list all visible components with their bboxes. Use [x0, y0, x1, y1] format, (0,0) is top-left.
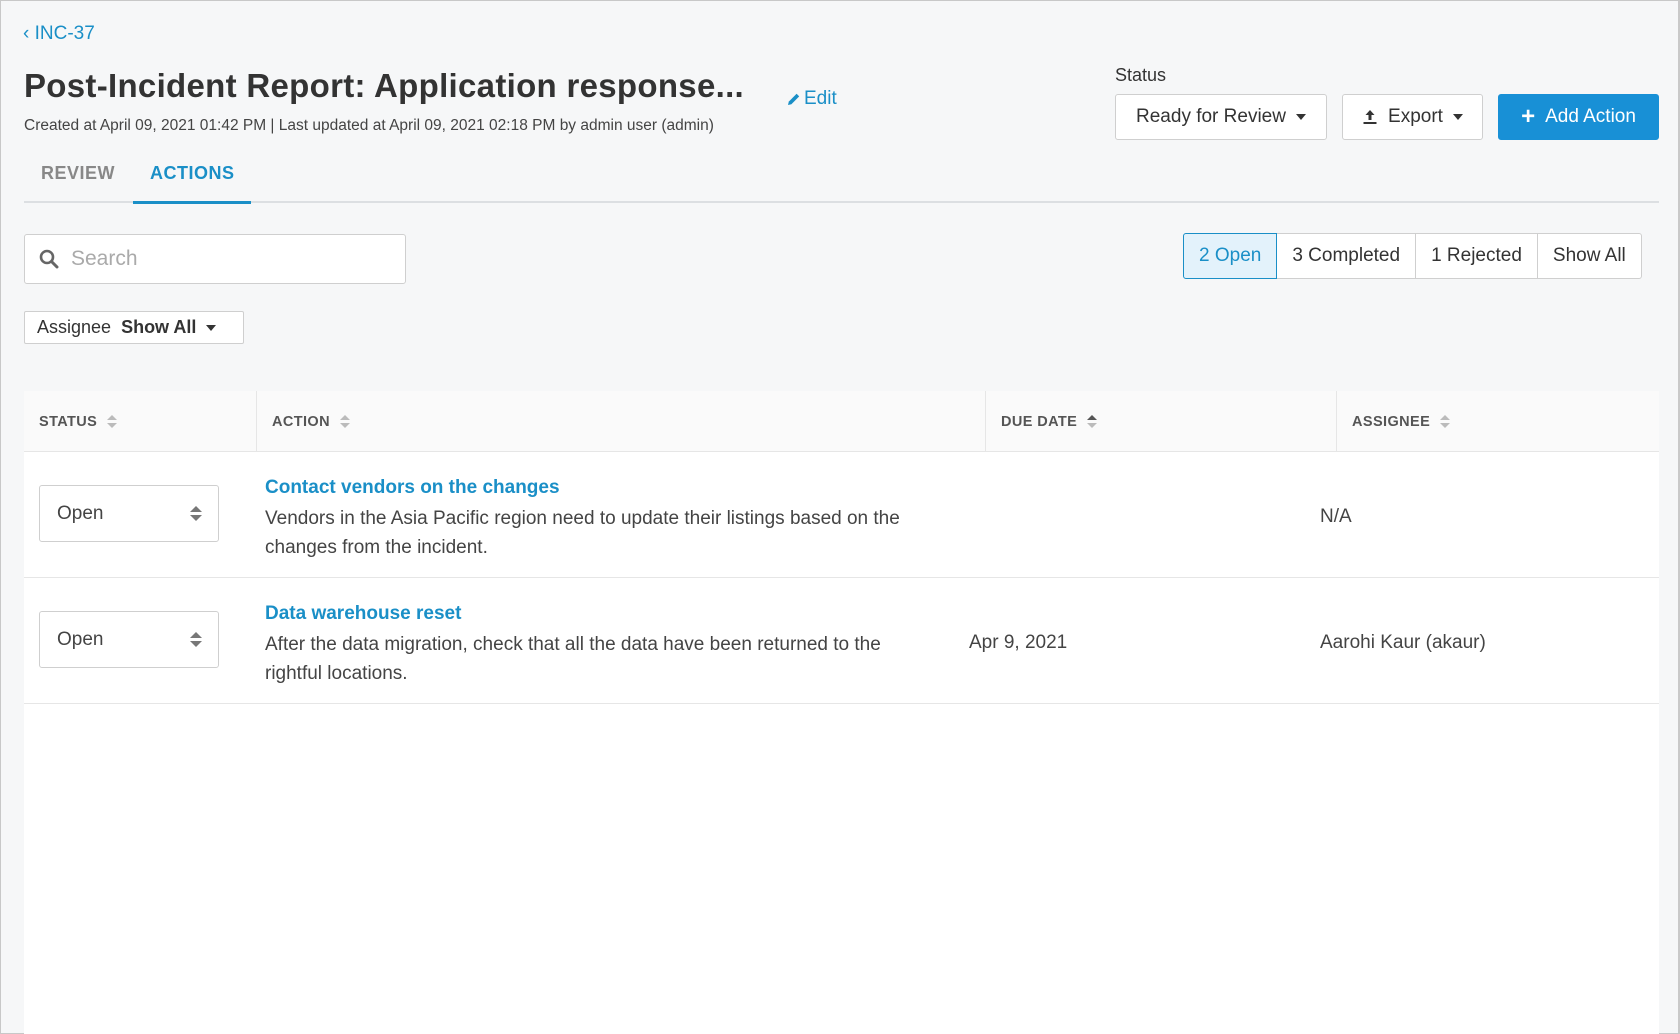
search-icon	[39, 249, 59, 269]
action-title-link[interactable]: Contact vendors on the changes	[265, 477, 560, 499]
add-action-button[interactable]: + Add Action	[1498, 94, 1659, 140]
sort-icon	[339, 415, 350, 428]
action-assignee: Aarohi Kaur (akaur)	[1320, 632, 1486, 653]
column-header-label: STATUS	[39, 413, 98, 430]
table-row: Open Data warehouse reset After the data…	[24, 578, 1659, 704]
app-frame: ‹ INC-37 Post-Incident Report: Applicati…	[0, 0, 1680, 1034]
column-header-action[interactable]: ACTION	[257, 391, 986, 452]
action-due-date: Apr 9, 2021	[969, 632, 1068, 653]
caret-down-icon	[1295, 114, 1306, 120]
plus-icon: +	[1521, 103, 1536, 130]
column-header-assignee[interactable]: ASSIGNEE	[1337, 391, 1659, 452]
tab-actions[interactable]: ACTIONS	[133, 153, 251, 204]
filter-show-all[interactable]: Show All	[1537, 233, 1642, 279]
status-dropdown-value: Ready for Review	[1136, 106, 1286, 127]
pencil-icon	[788, 93, 800, 105]
edit-label: Edit	[804, 88, 837, 109]
row-status-select[interactable]: Open	[39, 611, 219, 668]
column-header-label: ASSIGNEE	[1352, 413, 1431, 430]
up-down-icon	[190, 506, 202, 521]
status-filter-group: 2 Open 3 Completed 1 Rejected Show All	[1183, 233, 1642, 279]
assignee-filter-label: Assignee	[37, 317, 112, 337]
action-title-link[interactable]: Data warehouse reset	[265, 603, 461, 625]
up-down-icon	[190, 632, 202, 647]
column-header-due-date[interactable]: DUE DATE	[986, 391, 1337, 452]
status-label: Status	[1115, 65, 1167, 85]
page-title: Post-Incident Report: Application respon…	[24, 67, 745, 104]
actions-table: STATUS ACTION DUE DATE ASSIGNEE Open Con…	[24, 391, 1659, 1034]
action-description: Vendors in the Asia Pacific region need …	[265, 508, 900, 558]
filter-completed[interactable]: 3 Completed	[1277, 233, 1417, 279]
search-input[interactable]	[71, 247, 391, 271]
sort-icon	[1440, 415, 1451, 428]
filter-open[interactable]: 2 Open	[1183, 233, 1278, 279]
row-status-select[interactable]: Open	[39, 485, 219, 542]
export-button[interactable]: Export	[1342, 94, 1483, 140]
table-header: STATUS ACTION DUE DATE ASSIGNEE	[24, 391, 1659, 452]
edit-button[interactable]: Edit	[787, 88, 837, 110]
add-action-label: Add Action	[1545, 106, 1636, 127]
column-header-label: ACTION	[272, 413, 330, 430]
status-dropdown[interactable]: Ready for Review	[1115, 94, 1327, 140]
caret-down-icon	[206, 324, 217, 331]
tab-review[interactable]: REVIEW	[24, 153, 133, 204]
assignee-filter-value: Show All	[121, 317, 197, 337]
tab-bar: REVIEW ACTIONS	[24, 153, 1659, 204]
row-status-value: Open	[57, 628, 104, 650]
sort-icon	[107, 415, 118, 428]
export-label: Export	[1388, 106, 1443, 127]
row-status-value: Open	[57, 502, 104, 524]
sort-icon	[1087, 415, 1098, 428]
column-header-status[interactable]: STATUS	[24, 391, 257, 452]
caret-down-icon	[1452, 114, 1463, 120]
table-row: Open Contact vendors on the changes Vend…	[24, 452, 1659, 578]
back-link-inc[interactable]: ‹ INC-37	[23, 23, 95, 45]
column-header-label: DUE DATE	[1001, 413, 1078, 430]
action-description: After the data migration, check that all…	[265, 634, 881, 684]
assignee-filter-dropdown[interactable]: Assignee Show All	[24, 311, 244, 344]
search-box	[24, 234, 406, 284]
filter-rejected[interactable]: 1 Rejected	[1416, 233, 1538, 279]
upload-icon	[1363, 110, 1377, 124]
action-assignee: N/A	[1320, 506, 1352, 527]
report-meta: Created at April 09, 2021 01:42 PM | Las…	[24, 117, 714, 134]
